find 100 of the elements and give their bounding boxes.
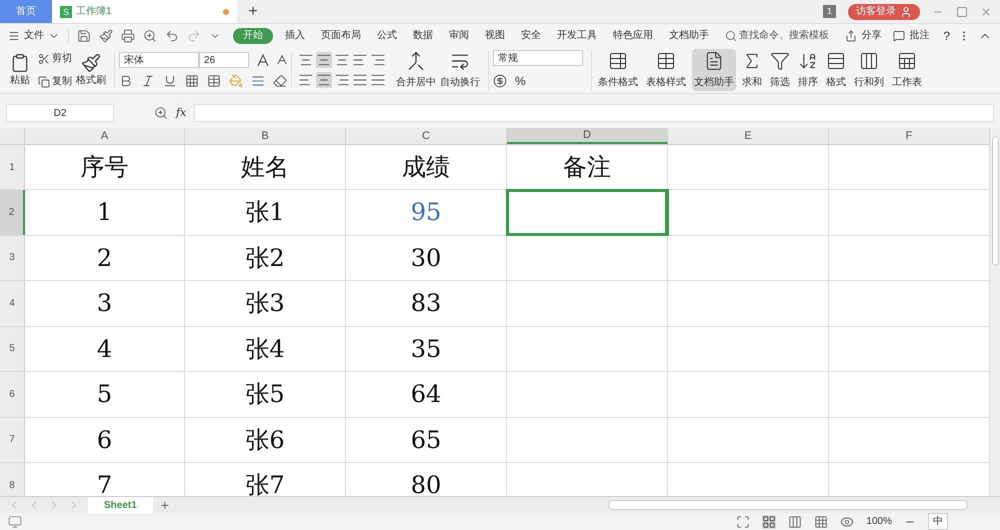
display-icon — [8, 514, 22, 528]
normal-view-icon[interactable] — [762, 514, 776, 528]
menu-tab[interactable]: 审阅 — [441, 28, 477, 43]
menu-tab[interactable]: 插入 — [277, 28, 313, 43]
indent-icon — [370, 52, 386, 68]
vertical-scrollbar[interactable] — [990, 128, 1000, 496]
name-box[interactable]: D2 — [6, 104, 114, 122]
filter-icon — [770, 50, 790, 70]
function-label[interactable]: fx — [176, 104, 186, 122]
add-sheet-button[interactable]: + — [160, 494, 169, 516]
preview-icon — [143, 28, 157, 42]
print-icon — [121, 28, 135, 42]
copy-button[interactable]: 复制 — [38, 74, 72, 89]
menu-tab[interactable]: 页面布局 — [313, 28, 369, 43]
cell-text: 64 — [410, 379, 442, 410]
cell-text: 83 — [410, 288, 442, 320]
menu-tab[interactable]: 视图 — [477, 28, 513, 43]
zoom-level[interactable]: 100% — [866, 514, 892, 529]
share-button[interactable]: 分享 — [839, 28, 888, 43]
cell-text: 35 — [410, 334, 442, 365]
row-header[interactable]: 5 — [0, 326, 25, 371]
command-search-field[interactable]: 查找命令、搜索模板 — [725, 28, 829, 43]
layout-icon — [814, 514, 828, 528]
cell-text: 1 — [96, 197, 112, 228]
table-rules-icon — [608, 50, 628, 70]
scissors-icon — [38, 52, 50, 64]
help-button[interactable]: ? — [935, 26, 958, 44]
align-bottom-icon — [334, 52, 350, 68]
ribbon-button[interactable]: 工作表 — [890, 49, 924, 91]
row-header[interactable]: 7 — [0, 418, 25, 462]
ribbon-button[interactable]: 格式 — [824, 49, 848, 91]
column-header[interactable]: D — [507, 128, 668, 144]
format-painter-button[interactable]: 格式刷 — [76, 52, 115, 88]
horizontal-scrollbar[interactable] — [608, 500, 968, 510]
ribbon-button[interactable]: 条件格式 — [596, 49, 640, 91]
file-menu[interactable]: 文件 — [8, 28, 68, 43]
ribbon-button[interactable]: 文档助手 — [692, 49, 736, 91]
selection-outline[interactable] — [507, 190, 667, 234]
row-header[interactable]: 8 — [0, 463, 25, 496]
menu-tab[interactable]: 数据 — [405, 28, 441, 43]
formula-field[interactable] — [194, 104, 994, 122]
column-header[interactable]: B — [185, 128, 346, 144]
page-break-icon — [788, 514, 802, 528]
spreadsheet-icon: S — [60, 6, 72, 18]
merge-icon — [406, 50, 426, 70]
ribbon-button[interactable]: 筛选 — [768, 49, 792, 91]
row-header[interactable]: 4 — [0, 281, 25, 326]
cell-text: 4 — [96, 334, 112, 365]
ribbon-button[interactable]: 表格样式 — [644, 49, 688, 91]
menu-tab[interactable]: 特色应用 — [605, 28, 661, 43]
table-style-icon — [656, 50, 676, 70]
cell-style-icon — [207, 74, 221, 88]
paste-button[interactable]: 粘贴 — [6, 52, 34, 88]
font-field[interactable]: 宋体 — [119, 52, 199, 68]
align-middle-icon[interactable] — [316, 52, 332, 68]
menu-tab[interactable]: 公式 — [369, 28, 405, 43]
zoom-icon — [154, 106, 168, 120]
eye-icon — [840, 514, 854, 528]
row-header[interactable]: 3 — [0, 236, 25, 280]
ime-indicator[interactable]: 中 — [928, 513, 948, 530]
number-format-field[interactable]: 常规 — [493, 50, 583, 66]
column-header[interactable]: A — [25, 128, 185, 144]
row-header[interactable]: 6 — [0, 372, 25, 416]
row-header[interactable]: 2 — [0, 190, 25, 234]
cut-button[interactable]: 剪切 — [38, 51, 72, 66]
copy-icon — [38, 76, 50, 88]
wrap-text-button[interactable]: 自动换行 — [440, 50, 489, 90]
ribbon-button[interactable]: 排序 — [796, 49, 820, 91]
format-icon — [826, 50, 846, 70]
cell-text: 80 — [410, 470, 442, 496]
grow-font-icon[interactable] — [257, 52, 269, 68]
menu-tab[interactable]: 开发工具 — [549, 28, 605, 43]
menu-tab[interactable]: 安全 — [513, 28, 549, 43]
user-icon — [900, 6, 912, 18]
paste-icon — [10, 52, 30, 72]
cell-text: 序号 — [80, 152, 128, 183]
percent-button[interactable]: % — [515, 72, 526, 90]
comment-button[interactable]: 批注 — [887, 28, 936, 43]
cell-text: 6 — [96, 424, 112, 456]
row-header[interactable]: 1 — [0, 145, 25, 189]
document-tab[interactable]: S 工作簿1 — [52, 0, 237, 23]
worksheet-icon — [897, 50, 917, 70]
cell-text: 张7 — [245, 470, 285, 496]
ribbon-button[interactable]: 行和列 — [852, 49, 886, 91]
borders-icon — [185, 74, 199, 88]
login-button[interactable]: 访客登录 — [848, 4, 920, 20]
ribbon-button[interactable]: 求和 — [740, 49, 764, 91]
cell-text: 备注 — [563, 152, 611, 183]
cell-text: 姓名 — [241, 152, 289, 183]
menu-tab[interactable]: 文档助手 — [661, 28, 717, 43]
close-icon[interactable] — [980, 6, 992, 18]
cell-text: 张5 — [245, 379, 285, 410]
column-header[interactable]: E — [668, 128, 829, 144]
align-center-icon[interactable] — [316, 72, 332, 88]
new-tab-button[interactable]: + — [237, 0, 269, 23]
restore-icon[interactable] — [956, 6, 968, 18]
merge-center-button[interactable]: 合并居中 — [396, 50, 436, 90]
font-size-field[interactable]: 26 — [199, 52, 249, 68]
menu-icon — [8, 30, 20, 42]
sheet-tab[interactable]: Sheet1 — [88, 496, 153, 514]
